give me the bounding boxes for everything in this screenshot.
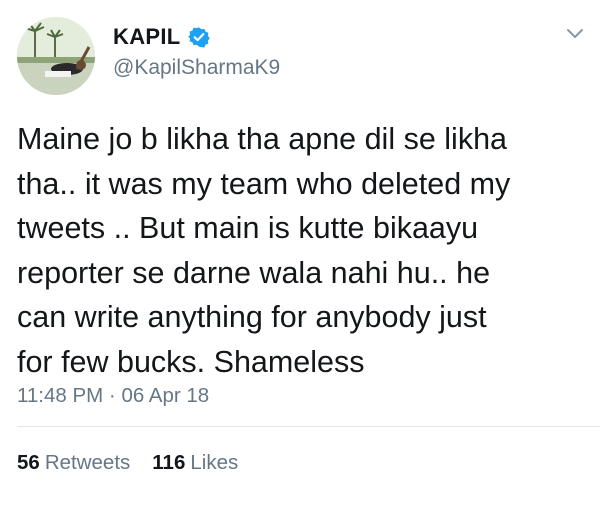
author-name[interactable]: KAPIL: [113, 24, 181, 50]
tweet-timestamp[interactable]: 11:48 PM · 06 Apr 18: [17, 384, 209, 408]
author-handle[interactable]: @KapilSharmaK9: [113, 56, 280, 80]
avatar[interactable]: [17, 17, 95, 95]
verified-badge-icon: [187, 27, 210, 48]
divider: [17, 426, 600, 427]
tweet-card: KAPIL @KapilSharmaK9 Maine jo b likha th…: [0, 0, 600, 505]
likes-count: 116: [152, 451, 186, 474]
avatar-image: [17, 17, 95, 95]
likes-stat[interactable]: 116 Likes: [152, 451, 238, 475]
retweets-label: Retweets: [44, 451, 131, 474]
likes-label: Likes: [190, 451, 239, 474]
retweets-count: 56: [17, 451, 40, 474]
tweet-stats: 56 Retweets 116 Likes: [17, 451, 260, 475]
tweet-text: Maine jo b likha tha apne dil se likha t…: [17, 122, 511, 379]
retweets-stat[interactable]: 56 Retweets: [17, 451, 130, 475]
author-name-row[interactable]: KAPIL: [113, 24, 210, 50]
chevron-down-icon[interactable]: [566, 28, 584, 40]
